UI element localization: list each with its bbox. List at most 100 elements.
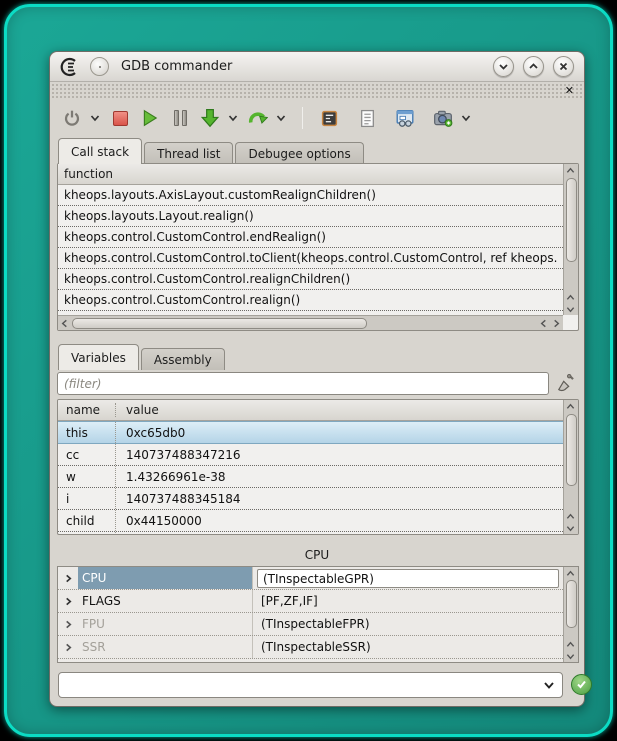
cpu-view-icon xyxy=(320,109,339,128)
variable-row[interactable]: child 0x44150000 xyxy=(58,510,563,532)
snapshot-dropdown[interactable] xyxy=(461,112,473,124)
scrollbar-thumb[interactable] xyxy=(566,580,577,628)
tab-assembly[interactable]: Assembly xyxy=(141,348,225,370)
variable-row[interactable]: this 0xc65db0 xyxy=(58,421,563,444)
chevron-down-icon xyxy=(498,61,509,72)
run-button[interactable] xyxy=(138,106,162,130)
callstack-list: function kheops.layouts.AxisLayout.custo… xyxy=(57,163,579,331)
tab-variables[interactable]: Variables xyxy=(58,344,139,370)
scroll-up-icon[interactable] xyxy=(564,164,577,176)
tab-debugee-options[interactable]: Debugee options xyxy=(235,142,363,164)
dock-header[interactable]: ✕ xyxy=(51,83,583,98)
watch-icon xyxy=(395,108,415,128)
step-into-button[interactable] xyxy=(198,106,222,130)
scroll-up-icon[interactable] xyxy=(564,638,577,650)
cpu-row[interactable]: FPU (TInspectableFPR) xyxy=(58,613,563,636)
callstack-horizontal-scrollbar[interactable] xyxy=(58,315,563,330)
scroll-down-icon[interactable] xyxy=(564,650,577,662)
titlebar[interactable]: GDB commander xyxy=(50,52,584,82)
variables-vertical-scrollbar[interactable] xyxy=(563,400,578,534)
step-into-dropdown[interactable] xyxy=(228,112,240,124)
scroll-up-icon[interactable] xyxy=(564,567,577,579)
power-dropdown[interactable] xyxy=(90,112,102,124)
callstack-row[interactable]: kheops.control.CustomControl.toClient(kh… xyxy=(58,248,563,269)
tab-call-stack[interactable]: Call stack xyxy=(58,138,142,164)
callstack-column-header[interactable]: function xyxy=(58,164,563,185)
variable-row[interactable]: h 1.43266961e-38 xyxy=(58,532,563,535)
clear-filter-button[interactable] xyxy=(556,372,578,394)
scroll-down-icon[interactable] xyxy=(564,522,577,534)
gdb-command-combobox[interactable] xyxy=(58,672,563,698)
scroll-up-icon[interactable] xyxy=(564,510,577,522)
scroll-right-icon[interactable] xyxy=(550,317,563,329)
window-title: GDB commander xyxy=(121,59,232,74)
cpu-view-button[interactable] xyxy=(317,106,341,130)
scrollbar-thumb[interactable] xyxy=(72,318,367,329)
cpu-row[interactable]: CPU (TInspectableGPR) xyxy=(58,567,563,590)
expand-icon[interactable] xyxy=(58,597,78,606)
callstack-row[interactable]: kheops.control.CustomControl.realign() xyxy=(58,290,563,311)
toolbar-separator xyxy=(302,107,303,129)
send-command-button[interactable] xyxy=(571,674,592,695)
scroll-down-icon[interactable] xyxy=(564,303,577,315)
cpu-row[interactable]: SSR (TInspectableSSR) xyxy=(58,636,563,659)
dock-close-icon[interactable]: ✕ xyxy=(565,83,574,98)
pause-icon xyxy=(174,110,187,126)
callstack-row[interactable]: kheops.control.CustomControl.endRealign(… xyxy=(58,227,563,248)
variable-row[interactable]: cc 140737488347216 xyxy=(58,444,563,466)
desktop-background: GDB commander ✕ xyxy=(4,4,613,737)
power-icon xyxy=(63,109,81,127)
callstack-vertical-scrollbar[interactable] xyxy=(563,164,578,315)
cpu-value-editor[interactable]: (TInspectableGPR) xyxy=(257,569,559,588)
variables-table: name value this 0xc65db0 cc 140737488347… xyxy=(57,399,579,535)
cpu-register-grid: CPU (TInspectableGPR) FLAGS [PF,ZF,IF] F… xyxy=(57,566,579,663)
expand-icon[interactable] xyxy=(58,620,78,629)
tab-thread-list[interactable]: Thread list xyxy=(144,142,233,164)
chevron-down-icon xyxy=(543,679,555,691)
cpu-row[interactable]: FLAGS [PF,ZF,IF] xyxy=(58,590,563,613)
variable-row[interactable]: w 1.43266961e-38 xyxy=(58,466,563,488)
close-button[interactable] xyxy=(553,56,574,77)
variable-row[interactable]: i 140737488345184 xyxy=(58,488,563,510)
scrollbar-thumb[interactable] xyxy=(566,178,577,262)
step-over-button[interactable] xyxy=(246,106,270,130)
close-icon xyxy=(558,61,569,72)
chevron-down-icon xyxy=(228,113,238,123)
scroll-left-icon[interactable] xyxy=(537,317,550,329)
chevron-down-icon xyxy=(461,113,471,123)
column-value[interactable]: value xyxy=(116,403,159,417)
messages-icon xyxy=(358,109,377,128)
cpu-vertical-scrollbar[interactable] xyxy=(563,567,578,662)
snapshot-button[interactable] xyxy=(431,106,455,130)
check-icon xyxy=(576,679,587,690)
gdb-commander-window: GDB commander ✕ xyxy=(49,51,585,707)
messages-button[interactable] xyxy=(355,106,379,130)
watch-button[interactable] xyxy=(393,106,417,130)
power-button[interactable] xyxy=(60,106,84,130)
stop-button[interactable] xyxy=(108,106,132,130)
variables-header[interactable]: name value xyxy=(58,400,563,421)
expand-icon[interactable] xyxy=(58,643,78,652)
combobox-dropdown-button[interactable] xyxy=(536,679,562,691)
chevron-down-icon xyxy=(90,113,100,123)
step-into-icon xyxy=(200,108,220,128)
screenshot-root: GDB commander ✕ xyxy=(0,0,617,741)
expand-icon[interactable] xyxy=(58,574,78,583)
window-menu-button[interactable] xyxy=(90,57,109,76)
pause-button[interactable] xyxy=(168,106,192,130)
column-name[interactable]: name xyxy=(58,403,116,417)
maximize-button[interactable] xyxy=(523,56,544,77)
minimize-button[interactable] xyxy=(493,56,514,77)
callstack-row[interactable]: kheops.layouts.Layout.realign() xyxy=(58,206,563,227)
step-over-dropdown[interactable] xyxy=(276,112,288,124)
scroll-up-icon[interactable] xyxy=(564,291,577,303)
debug-toolbar xyxy=(60,102,576,134)
filter-input[interactable] xyxy=(57,372,549,395)
scrollbar-thumb[interactable] xyxy=(566,414,577,486)
callstack-row[interactable]: kheops.layouts.AxisLayout.customRealignC… xyxy=(58,185,563,206)
stop-icon xyxy=(113,111,128,126)
chevron-down-icon xyxy=(276,113,286,123)
scroll-up-icon[interactable] xyxy=(564,400,577,412)
callstack-row[interactable]: kheops.control.CustomControl.realignChil… xyxy=(58,269,563,290)
scroll-left-icon[interactable] xyxy=(58,317,71,329)
